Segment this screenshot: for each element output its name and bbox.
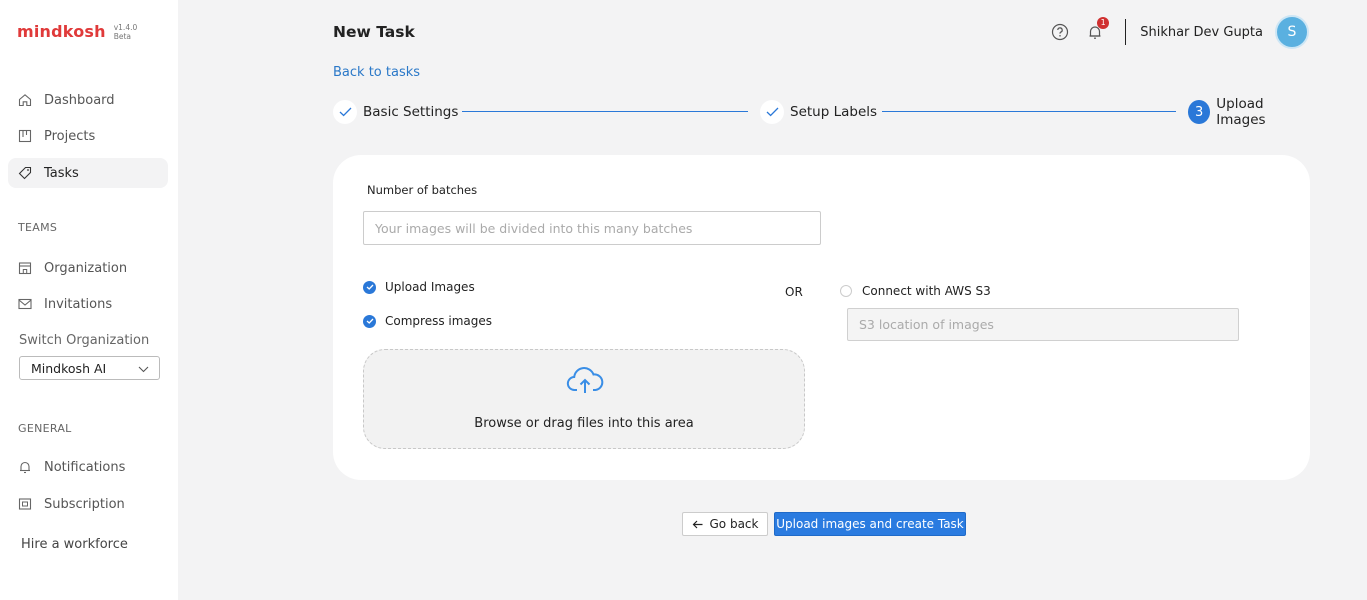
mail-icon — [18, 297, 32, 311]
chevron-down-icon — [138, 361, 149, 376]
file-dropzone[interactable]: Browse or drag files into this area — [363, 349, 805, 449]
step-setup-labels[interactable]: Setup Labels — [760, 98, 877, 126]
brand-version: v1.4.0 — [113, 23, 138, 32]
step-label: Basic Settings — [363, 104, 459, 120]
sidebar-item-label: Projects — [44, 128, 96, 144]
sidebar-item-invitations[interactable]: Invitations — [8, 289, 168, 319]
aws-s3-option[interactable]: Connect with AWS S3 — [840, 284, 991, 298]
notification-bell-icon[interactable]: 1 — [1085, 17, 1110, 42]
hire-workforce-link[interactable]: Hire a workforce — [21, 537, 128, 552]
sidebar-item-organization[interactable]: Organization — [8, 253, 168, 283]
arrow-left-icon — [692, 520, 703, 529]
page-title: New Task — [333, 23, 415, 41]
upload-images-checkbox-row[interactable]: Upload Images — [363, 280, 475, 294]
user-name[interactable]: Shikhar Dev Gupta — [1140, 25, 1263, 40]
step-number: 3 — [1188, 100, 1211, 124]
compress-images-checkbox-row[interactable]: Compress images — [363, 314, 492, 328]
header-actions: 1 Shikhar Dev Gupta S — [1050, 15, 1309, 49]
help-icon[interactable] — [1050, 22, 1070, 42]
home-icon — [18, 93, 32, 107]
aws-s3-label: Connect with AWS S3 — [862, 284, 991, 298]
s3-location-input[interactable] — [847, 308, 1239, 341]
general-section-label: GENERAL — [18, 422, 72, 435]
sidebar-item-label: Dashboard — [44, 92, 115, 108]
sidebar-item-tasks[interactable]: Tasks — [8, 158, 168, 188]
compress-images-label: Compress images — [385, 314, 493, 328]
sidebar-item-label: Subscription — [44, 496, 125, 512]
brand-tag: Beta — [113, 32, 132, 41]
sidebar-item-label: Invitations — [44, 296, 113, 312]
dropzone-text: Browse or drag files into this area — [474, 416, 694, 431]
step-upload-images[interactable]: 3 Upload Images — [1188, 96, 1310, 128]
card-icon — [18, 497, 32, 511]
go-back-label: Go back — [709, 517, 759, 531]
step-label: Setup Labels — [790, 104, 878, 120]
sidebar-item-dashboard[interactable]: Dashboard — [8, 85, 168, 115]
upload-images-label: Upload Images — [385, 280, 475, 294]
step-label: Upload Images — [1216, 96, 1266, 128]
avatar[interactable]: S — [1275, 15, 1309, 49]
sidebar-item-label: Organization — [44, 260, 128, 276]
sidebar-item-subscription[interactable]: Subscription — [8, 489, 168, 519]
sidebar-item-label: Tasks — [44, 165, 79, 181]
upload-images-checkbox[interactable] — [363, 280, 376, 294]
step-connector — [462, 111, 748, 112]
sidebar-item-projects[interactable]: Projects — [8, 121, 168, 151]
projects-icon — [18, 129, 32, 143]
go-back-button[interactable]: Go back — [682, 512, 768, 536]
brand-logo[interactable]: mindkosh v1.4.0 Beta — [17, 22, 137, 41]
notification-count-badge: 1 — [1097, 17, 1110, 29]
sidebar: mindkosh v1.4.0 Beta Dashboard Projects … — [0, 0, 178, 600]
cloud-upload-icon — [566, 366, 604, 396]
header-divider — [1125, 19, 1127, 45]
batches-label: Number of batches — [367, 183, 478, 197]
bell-icon — [18, 460, 32, 474]
stepper: Basic Settings Setup Labels 3 Upload Ima… — [333, 96, 1310, 128]
organization-select-value: Mindkosh AI — [31, 360, 107, 376]
step-basic-settings[interactable]: Basic Settings — [333, 98, 458, 126]
teams-section-label: TEAMS — [18, 221, 58, 234]
organization-select[interactable]: Mindkosh AI — [19, 356, 160, 380]
brand-name: mindkosh — [17, 22, 106, 41]
tag-icon — [18, 166, 32, 180]
sidebar-item-label: Notifications — [44, 459, 126, 475]
check-icon — [760, 100, 784, 124]
batches-input[interactable] — [363, 211, 821, 245]
back-to-tasks-link[interactable]: Back to tasks — [333, 65, 420, 80]
sidebar-item-notifications[interactable]: Notifications — [8, 452, 168, 482]
aws-s3-radio[interactable] — [840, 285, 852, 297]
step-connector — [882, 111, 1176, 112]
switch-organization-label: Switch Organization — [19, 333, 150, 348]
building-icon — [18, 261, 32, 275]
upload-create-task-button[interactable]: Upload images and create Task — [774, 512, 966, 536]
check-icon — [333, 100, 357, 124]
compress-images-checkbox[interactable] — [363, 314, 376, 328]
or-separator: OR — [785, 285, 803, 299]
